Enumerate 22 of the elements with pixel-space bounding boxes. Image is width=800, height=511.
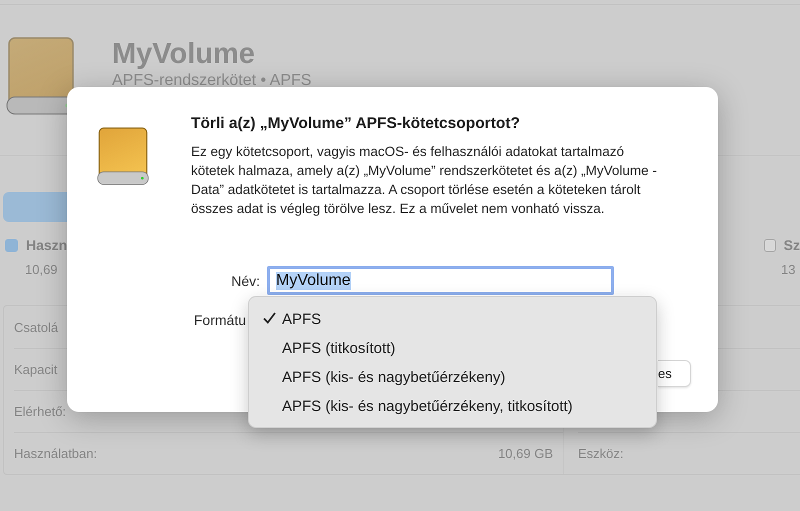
name-label: Név:	[230, 273, 260, 289]
menu-item[interactable]: APFS (titkosított)	[249, 334, 656, 363]
info-label: Használatban:	[14, 446, 98, 461]
dialog-title: Törli a(z) „MyVolume” APFS-kötetcsoportot?	[191, 115, 521, 133]
info-value: 10,69 GB	[498, 446, 553, 461]
legend-value: 10,69	[25, 262, 59, 277]
menu-item[interactable]: APFS (kis- és nagybetűérzékeny, titkosított)	[249, 392, 656, 421]
legend-label: Haszn	[26, 237, 68, 253]
dialog-button[interactable]: es	[658, 360, 691, 387]
volume-subtitle: APFS-rendszerkötet • APFS	[112, 72, 312, 90]
dialog-message: Ez egy kötetcsoport, vagyis macOS- és felhasználói adatokat tartalmazó kötetek halmaza, amely a(z) „MyVolume” rendszerkötetet és a(z) „MyVolume - Data” adatkötetet is tartalmazza. A csoport törlése esetén a köteteken tárolt összes adat is végleg törölve lesz. Ez a művelet nem vonható vissza.	[191, 143, 658, 218]
info-label: Eszköz:	[578, 446, 624, 461]
legend-label: Sz	[784, 237, 800, 253]
menu-item[interactable]: APFS (kis- és nagybetűérzékeny)	[249, 363, 656, 392]
info-label: Elérhető:	[14, 404, 66, 419]
legend-value: 13	[781, 262, 796, 277]
volume-title: MyVolume	[112, 38, 256, 70]
info-label: Kapacit	[14, 362, 58, 377]
checkmark-icon	[263, 312, 276, 324]
menu-item[interactable]: APFS	[249, 305, 656, 334]
external-drive-icon	[5, 37, 77, 117]
info-label: Csatolá	[14, 320, 58, 334]
